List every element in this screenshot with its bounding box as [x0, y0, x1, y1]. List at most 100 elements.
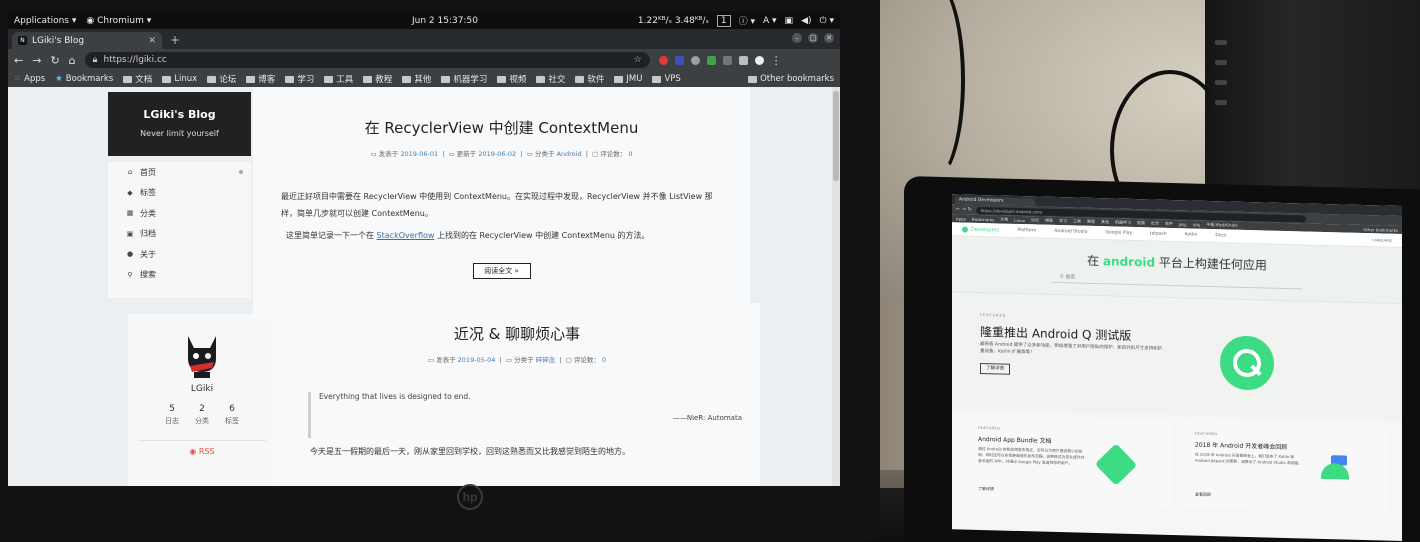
stat-categories[interactable]: 2 分类: [195, 404, 209, 426]
bookmark-folder[interactable]: 社交: [536, 73, 565, 85]
other-bookmarks[interactable]: Other bookmarks: [748, 74, 834, 84]
workspace-indicator[interactable]: 1: [716, 14, 731, 27]
bookmark-item[interactable]: 其他: [1101, 219, 1109, 225]
post-title[interactable]: 近况 & 聊聊烦心事: [274, 323, 760, 344]
card-link[interactable]: 了解详情: [978, 486, 994, 492]
bookmark-folder[interactable]: JMU: [614, 74, 642, 84]
card-link[interactable]: 查看回顾: [1195, 492, 1211, 498]
nav-item-archives[interactable]: ▣ 归档: [108, 224, 251, 245]
menu-icon[interactable]: ⋮: [771, 54, 782, 67]
nav-item-categories[interactable]: ▦ 分类: [108, 203, 251, 224]
bookmark-item[interactable]: 社交: [1151, 220, 1159, 226]
bookmark-folder[interactable]: 学习: [285, 73, 314, 85]
back-icon[interactable]: ←: [14, 54, 23, 67]
back-icon[interactable]: ← → ↻: [956, 206, 972, 212]
nav-google-play[interactable]: Google Play: [1105, 230, 1132, 236]
language-selector[interactable]: LANGUAGE: [1372, 238, 1392, 243]
bookmark-item[interactable]: Bookmarks: [972, 216, 994, 222]
bookmark-item[interactable]: JMU: [1179, 222, 1187, 227]
nav-platform[interactable]: Platform: [1017, 228, 1036, 233]
bookmark-item[interactable]: 文档: [1000, 217, 1008, 223]
bookmark-item[interactable]: 视频: [1137, 220, 1145, 226]
active-app-menu[interactable]: ◉ Chromium ▾: [86, 16, 151, 26]
stackoverflow-link[interactable]: StackOverflow: [377, 231, 435, 240]
android-developers-logo[interactable]: Developers: [962, 226, 999, 233]
keyboard-layout[interactable]: A ▾: [763, 16, 777, 26]
bookmark-folder[interactable]: 博客: [246, 73, 275, 85]
site-header: LGiki's Blog Never limit yourself: [108, 92, 251, 156]
forward-icon[interactable]: →: [32, 54, 41, 67]
card-app-bundle[interactable]: FEATURED Android App Bundle 文档 通过 Androi…: [966, 415, 1171, 507]
extension-icon[interactable]: [738, 55, 748, 65]
bookmark-item[interactable]: VPS: [1193, 222, 1201, 227]
bookmark-folder[interactable]: 软件: [575, 73, 604, 85]
extension-icon[interactable]: [690, 55, 700, 65]
nav-item-home[interactable]: ⌂ 首页: [108, 162, 251, 183]
bookmark-item[interactable]: 软件: [1165, 221, 1173, 227]
maximize-icon[interactable]: □: [808, 33, 818, 43]
profile-avatar[interactable]: [754, 55, 764, 65]
post-title[interactable]: 在 RecyclerView 中创建 ContextMenu: [253, 117, 750, 138]
bookmark-item[interactable]: 论坛: [1031, 217, 1039, 223]
close-tab-icon[interactable]: ✕: [148, 36, 156, 46]
address-bar[interactable]: 🔒︎ https://lgiki.cc ☆: [84, 52, 650, 68]
power-icon[interactable]: ⏻ ▾: [820, 16, 835, 26]
read-more-button[interactable]: 阅读全文 »: [472, 263, 531, 279]
category-link[interactable]: 碎碎念: [536, 356, 556, 364]
new-tab-button[interactable]: +: [170, 33, 180, 47]
volume-icon[interactable]: ◀): [801, 16, 811, 26]
bookmark-star-icon[interactable]: ☆: [634, 55, 642, 65]
scrollbar-thumb[interactable]: [833, 91, 839, 181]
bookmark-folder[interactable]: 论坛: [207, 73, 236, 85]
nav-jetpack[interactable]: Jetpack: [1150, 231, 1167, 236]
bookmark-item[interactable]: 学习: [1059, 218, 1067, 224]
other-bookmarks[interactable]: Other bookmarks: [1363, 227, 1398, 233]
rss-link[interactable]: ◉ RSS: [138, 440, 266, 456]
info-icon[interactable]: ⓘ ▾: [739, 14, 755, 27]
bookmark-item[interactable]: 工具: [1073, 218, 1081, 224]
nav-android-studio[interactable]: Android Studio: [1054, 229, 1087, 235]
bookmark-bookmarks[interactable]: ★ Bookmarks: [55, 74, 113, 84]
close-window-icon[interactable]: ✕: [824, 33, 834, 43]
bookmark-item[interactable]: Linux: [1014, 217, 1025, 222]
card-dev-summit[interactable]: FEATURED 2018 年 Android 开发者峰会回顾 在 2018 年…: [1183, 421, 1388, 513]
nav-item-search[interactable]: ⚲ 搜索: [108, 265, 251, 286]
nav-kotlin[interactable]: Kotlin: [1185, 232, 1198, 237]
extension-icon[interactable]: [674, 55, 684, 65]
tab-lgiki-blog[interactable]: N LGiki's Blog ✕: [12, 32, 162, 49]
nav-item-about[interactable]: ● 关于: [108, 244, 251, 265]
clock[interactable]: Jun 2 15:37:50: [412, 16, 478, 26]
minimize-icon[interactable]: –: [792, 33, 802, 43]
bookmark-apps[interactable]: ⁙ Apps: [14, 74, 45, 84]
bookmark-folder[interactable]: VPS: [652, 74, 681, 84]
bookmark-folder[interactable]: 工具: [324, 73, 353, 85]
bookmark-folder[interactable]: 文档: [123, 73, 152, 85]
post-meta: ▭ 发表于 2019-05-04 | ▭ 分类于 碎碎念 | ▢ 评论数： 0: [427, 356, 607, 364]
bookmark-item[interactable]: 博客: [1045, 218, 1053, 224]
bookmark-folder[interactable]: 教程: [363, 73, 392, 85]
bookmark-item[interactable]: 教程: [1087, 219, 1095, 225]
learn-more-button[interactable]: 了解详情: [980, 362, 1010, 375]
applications-menu[interactable]: Applications ▾: [14, 16, 76, 26]
bookmark-folder[interactable]: 视频: [497, 73, 526, 85]
reload-icon[interactable]: ↻: [50, 54, 59, 67]
nav-item-tags[interactable]: ◆ 标签: [108, 183, 251, 204]
category-link[interactable]: Android: [556, 150, 581, 158]
bookmark-item[interactable]: 机器学习: [1115, 220, 1131, 226]
extension-icon[interactable]: [658, 55, 668, 65]
stat-posts[interactable]: 5 日志: [165, 404, 179, 426]
screen-icon[interactable]: ▣: [785, 16, 794, 26]
nav-docs[interactable]: Docs: [1215, 233, 1226, 238]
bookmark-apps[interactable]: Apps: [956, 216, 966, 221]
hero-search-input[interactable]: ⚲ 搜索: [1052, 272, 1302, 290]
bookmark-folder[interactable]: 机器学习: [441, 73, 487, 85]
site-title[interactable]: LGiki's Blog: [108, 108, 251, 121]
stat-tags[interactable]: 6 标签: [225, 404, 239, 426]
page-scrollbar[interactable]: [832, 87, 840, 486]
extension-icon[interactable]: [706, 55, 716, 65]
home-icon[interactable]: ⌂: [69, 54, 76, 67]
bookmark-folder[interactable]: 其他: [402, 73, 431, 85]
bookmark-folder[interactable]: Linux: [162, 74, 197, 84]
bookmark-item[interactable]: 平板/iPad/Kindle: [1206, 222, 1237, 229]
extension-icon[interactable]: [722, 55, 732, 65]
